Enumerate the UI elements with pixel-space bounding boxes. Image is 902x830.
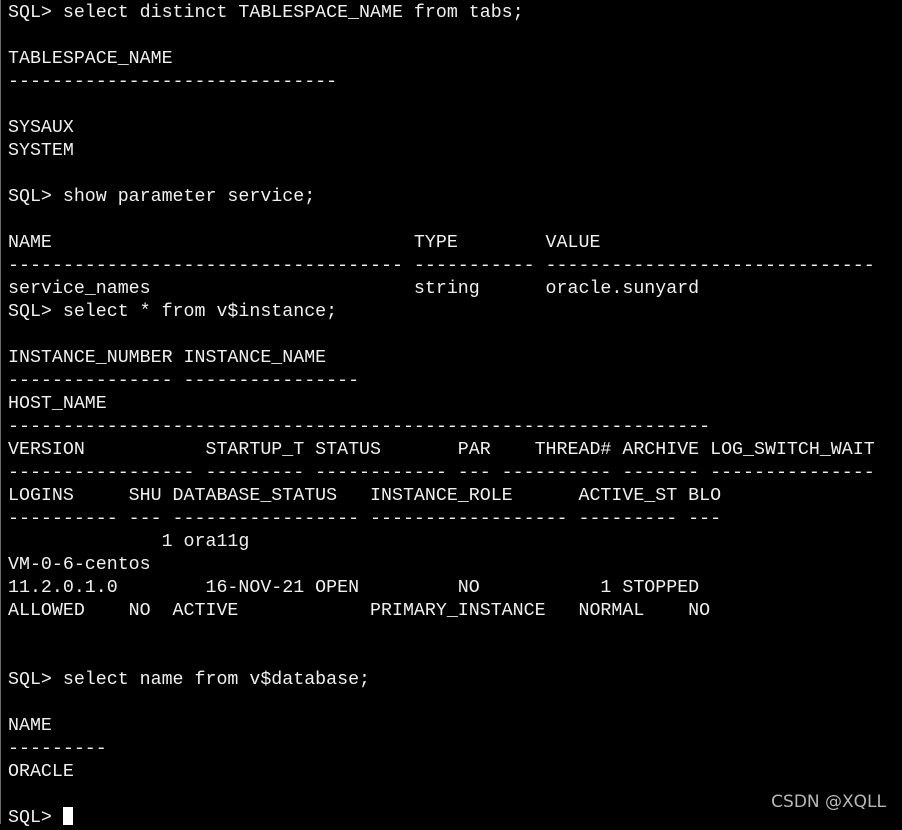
text-cursor: [62, 807, 73, 825]
terminal-window[interactable]: SQL> select distinct TABLESPACE_NAME fro…: [0, 0, 902, 828]
terminal-line: SYSTEM: [8, 141, 74, 161]
terminal-output: SQL> select distinct TABLESPACE_NAME fro…: [8, 2, 902, 830]
terminal-line: VM-0-6-centos: [8, 555, 151, 575]
terminal-line: ------------------------------------ ---…: [8, 256, 875, 276]
terminal-line: ---------- --- ----------------- -------…: [8, 509, 722, 529]
terminal-line: SYSAUX: [8, 118, 74, 138]
terminal-line: SQL> select name from v$database;: [8, 670, 371, 690]
terminal-line: SQL> select distinct TABLESPACE_NAME fro…: [8, 3, 524, 23]
terminal-line: ORACLE: [8, 762, 74, 782]
sql-prompt: SQL>: [8, 808, 63, 828]
terminal-line: INSTANCE_NUMBER INSTANCE_NAME: [8, 348, 327, 368]
terminal-line: ----------------- --------- ------------…: [8, 463, 875, 483]
terminal-line: ---------: [8, 739, 107, 759]
terminal-line: LOGINS SHU DATABASE_STATUS INSTANCE_ROLE…: [8, 486, 722, 506]
terminal-line: --------------- ----------------: [8, 371, 360, 391]
terminal-line: service_names string oracle.sunyard: [8, 279, 700, 299]
terminal-line: ALLOWED NO ACTIVE PRIMARY_INSTANCE NORMA…: [8, 601, 711, 621]
prompt-line[interactable]: SQL>: [8, 807, 902, 830]
terminal-line: ----------------------------------------…: [8, 417, 711, 437]
watermark: CSDN @XQLL: [771, 792, 886, 812]
terminal-line: VERSION STARTUP_T STATUS PAR THREAD# ARC…: [8, 440, 875, 460]
terminal-line: 1 ora11g: [8, 532, 250, 552]
terminal-line: NAME TYPE VALUE: [8, 233, 601, 253]
terminal-line: SQL> select * from v$instance;: [8, 302, 338, 322]
terminal-line: NAME: [8, 716, 52, 736]
terminal-line: 11.2.0.1.0 16-NOV-21 OPEN NO 1 STOPPED: [8, 578, 700, 598]
terminal-line: TABLESPACE_NAME: [8, 49, 173, 69]
terminal-line: HOST_NAME: [8, 394, 107, 414]
terminal-line: SQL> show parameter service;: [8, 187, 316, 207]
terminal-line: ------------------------------: [8, 72, 338, 92]
